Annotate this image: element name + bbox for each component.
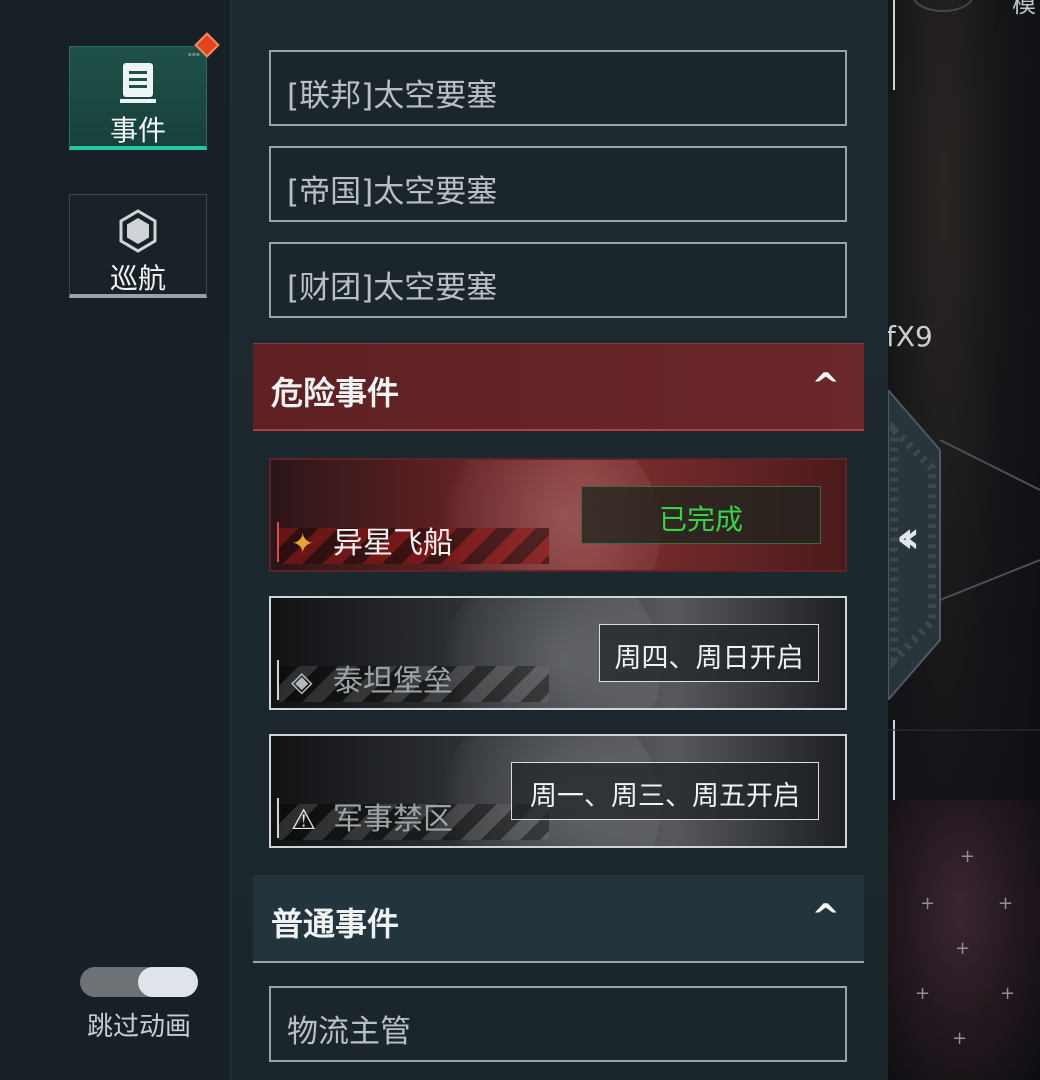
star-marker: +	[960, 846, 976, 867]
double-chevron-left-icon: ‹‹	[896, 512, 921, 563]
toggle-knob	[138, 967, 198, 997]
skip-animation-toggle[interactable]	[80, 967, 198, 997]
star-marker: +	[952, 1028, 968, 1049]
event-card-name: 异星飞船	[333, 526, 453, 561]
star-marker: +	[915, 983, 931, 1004]
titan-emblem-icon: ◈	[291, 665, 313, 698]
map-top-label: 模	[1012, 0, 1036, 18]
tab-decoration: ▪▪▪	[187, 51, 200, 58]
event-item-label: [帝国]太空要塞	[287, 174, 498, 210]
danger-event-titan-fortress[interactable]: ◈ 泰坦堡垒 周四、周日开启	[269, 596, 847, 710]
event-card-name: 泰坦堡垒	[333, 664, 453, 699]
event-item-label: [财团]太空要塞	[287, 270, 498, 306]
card-accent-bar	[277, 522, 279, 562]
danger-events-header[interactable]: 危险事件 ^	[253, 343, 864, 431]
card-accent-bar	[277, 660, 279, 700]
star-marker: +	[955, 938, 971, 959]
star-marker: +	[1000, 983, 1016, 1004]
schedule-badge: 周四、周日开启	[599, 624, 819, 682]
sidebar-tab-events[interactable]: ▪▪▪ 事件	[69, 46, 207, 150]
section-title: 普通事件	[271, 905, 400, 943]
completed-badge: 已完成	[581, 486, 821, 544]
star-marker: +	[998, 893, 1014, 914]
cruise-tab-label: 巡航	[109, 262, 166, 295]
event-item-label: 物流主管	[287, 1014, 411, 1050]
skip-animation-label: 跳过动画	[86, 1012, 191, 1042]
warning-icon: ⚠	[291, 803, 317, 836]
completed-label: 已完成	[658, 503, 743, 536]
card-accent-bar	[277, 798, 279, 838]
sidebar: ▪▪▪ 事件 巡航 跳过动画	[0, 0, 231, 1080]
schedule-label: 周一、周三、周五开启	[530, 781, 800, 812]
map-node-label: fX9	[886, 320, 933, 353]
collapse-panel-button[interactable]: ‹‹	[887, 387, 944, 703]
chevron-up-icon: ^	[811, 366, 841, 406]
event-item-label: [联邦]太空要塞	[287, 78, 498, 114]
events-tab-label: 事件	[109, 114, 166, 147]
normal-events-header[interactable]: 普通事件 ^	[253, 875, 864, 963]
event-item-logistics-manager[interactable]: 物流主管	[269, 986, 847, 1062]
event-panel: [联邦]太空要塞 [帝国]太空要塞 [财团]太空要塞 危险事件 ^ ✦ 异星飞船…	[231, 0, 888, 1080]
event-item-consortium-fortress[interactable]: [财团]太空要塞	[269, 242, 847, 318]
section-title: 危险事件	[271, 374, 400, 412]
document-icon	[70, 61, 206, 109]
danger-event-alien-ship[interactable]: ✦ 异星飞船 已完成	[269, 458, 847, 572]
star-marker: +	[920, 893, 936, 914]
danger-event-restricted-zone[interactable]: ⚠ 军事禁区 周一、周三、周五开启	[269, 734, 847, 848]
event-item-empire-fortress[interactable]: [帝国]太空要塞	[269, 146, 847, 222]
schedule-badge: 周一、周三、周五开启	[511, 762, 819, 820]
chevron-up-icon: ^	[811, 897, 841, 937]
alien-ship-icon: ✦	[291, 527, 315, 560]
sidebar-tab-cruise[interactable]: 巡航	[69, 194, 207, 298]
event-item-federation-fortress[interactable]: [联邦]太空要塞	[269, 50, 847, 126]
schedule-label: 周四、周日开启	[614, 643, 804, 674]
event-card-name: 军事禁区	[333, 802, 453, 837]
hexagon-icon	[70, 209, 206, 257]
